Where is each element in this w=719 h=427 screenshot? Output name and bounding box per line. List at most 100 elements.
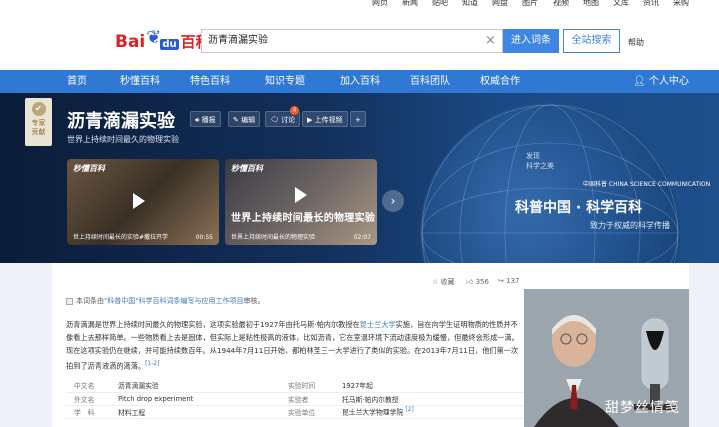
logo-du-text: du [160, 39, 179, 50]
info-value: 沥青滴漏实验 [118, 379, 288, 393]
notice-project-link[interactable]: "科普中国"科学百科词条编写与应用工作项目 [104, 297, 243, 305]
nav-item-featured[interactable]: 特色百科 [190, 70, 230, 93]
video-caption: 世上持续时间最长的实验#撒拉开学 [73, 234, 169, 241]
broadcast-label: 播报 [201, 116, 216, 124]
chat-icon: 🗨︎ [270, 116, 279, 124]
notice-suffix: 审核。 [243, 297, 265, 305]
page-background-left [0, 263, 52, 427]
user-center-link[interactable]: 👤︎ 个人中心 [633, 70, 689, 93]
next-arrow-icon[interactable]: › [382, 190, 404, 212]
university-link[interactable]: 昆士兰大学 [360, 320, 396, 329]
summary-text-part1: 沥青滴漏是世界上持续时间最久的物理实验，这项实验最初于1927年由托马斯·帕内尔… [66, 320, 360, 329]
share-button[interactable]: ↪ 137 [498, 277, 519, 285]
info-value: 昆士兰大学物理学院 [342, 408, 404, 417]
top-nav: 网页 新闻 贴吧 知道 网盘 图片 视频 地图 文库 资讯 采购 [0, 0, 719, 8]
collect-label: 收藏 [440, 278, 455, 286]
top-nav-item[interactable]: 资讯 [643, 0, 659, 8]
top-nav-item[interactable]: 网页 [372, 0, 388, 8]
science-china-logo: 中国科普 CHINA SCIENCE COMMUNICATION [583, 181, 711, 188]
video-thumbnail[interactable]: 秒懂百科 世界上持续时间最长的物理实验 世界上持续时间最长的物理实验 02:07 [225, 159, 377, 245]
nav-item-topics[interactable]: 知识专题 [265, 70, 305, 93]
expert-contribution-badge[interactable]: ✔ 专家 贡献 [25, 98, 52, 146]
info-key: 中文名 [66, 379, 118, 393]
speaker-icon: 🔊︎ [195, 116, 200, 124]
info-key: 实验者 [288, 392, 342, 406]
summary-paragraph: 沥青滴漏是世界上持续时间最久的物理实验，这项实验最初于1927年由托马斯·帕内尔… [66, 318, 524, 372]
top-nav-item[interactable]: 贴吧 [432, 0, 448, 8]
play-icon [295, 187, 307, 203]
video-overlay-title: 世界上持续时间最长的物理实验 [231, 213, 376, 224]
top-nav-item[interactable]: 知道 [462, 0, 478, 8]
entry-banner: ✔ 专家 贡献 沥青滴漏实验 世界上持续时间最久的物理实验 🔊︎ 播报 ✎ 编辑… [0, 93, 719, 263]
page-background-right [689, 263, 719, 427]
video-duration: 00:55 [195, 234, 213, 241]
entry-title: 沥青滴漏实验 [67, 111, 175, 132]
info-value: 材料工程 [118, 405, 288, 419]
info-value-cell: 昆士兰大学物理学院 [2] [342, 405, 524, 419]
share-icon: ↪ [498, 277, 504, 285]
collect-button[interactable]: ☆ 收藏 [432, 277, 455, 287]
info-row: 中文名 沥青滴漏实验 实验时间 1927年起 [66, 379, 524, 393]
video-duration: 02:07 [353, 234, 371, 241]
top-nav-item[interactable]: 文库 [613, 0, 629, 8]
like-count: 356 [475, 278, 489, 286]
site-search-button[interactable]: 全站搜索 [563, 29, 620, 53]
info-value: 托马斯·帕内尔教授 [342, 392, 524, 406]
top-nav-item[interactable]: 图片 [522, 0, 538, 8]
reference-link[interactable]: [2] [405, 406, 414, 413]
top-nav-item[interactable]: 网盘 [492, 0, 508, 8]
discussion-label: 讨论 [281, 116, 296, 124]
video-watermark: 秒懂百科 [231, 164, 263, 173]
top-nav-item[interactable]: 视频 [553, 0, 569, 8]
discussion-count-badge: 4 [290, 106, 299, 115]
main-nav: 首页 秒懂百科 特色百科 知识专题 加入百科 百科团队 权威合作 👤︎ 个人中心 [0, 70, 719, 93]
verified-icon [66, 297, 73, 305]
broadcast-button[interactable]: 🔊︎ 播报 [190, 111, 221, 127]
enter-entry-button[interactable]: 进入词条 [503, 29, 559, 53]
logo-bai-text: Bai [115, 32, 146, 52]
nav-item-join[interactable]: 加入百科 [340, 70, 380, 93]
entry-content-card: ☆ 收藏 👍︎ 356 ↪ 137 本词条由"科普中国"科学百科词条编写与应用工… [52, 263, 689, 427]
top-nav-item[interactable]: 采购 [673, 0, 689, 8]
edit-button[interactable]: ✎ 编辑 [228, 111, 261, 127]
pencil-icon: ✎ [233, 116, 239, 124]
add-button[interactable]: + [350, 111, 366, 127]
discover-label: 发现 科学之美 [526, 151, 554, 171]
nav-item-miaodong[interactable]: 秒懂百科 [120, 70, 160, 93]
user-center-label: 个人中心 [648, 76, 689, 87]
reference-link[interactable]: [1-2] [145, 360, 159, 367]
info-key: 外文名 [66, 392, 118, 406]
review-notice: 本词条由"科普中国"科学百科词条编写与应用工作项目审核。 [66, 296, 264, 306]
video-icon: ▶ [307, 116, 313, 124]
search-input[interactable]: 沥青滴漏实验 [201, 29, 503, 53]
clear-icon[interactable]: × [485, 33, 496, 48]
video-thumbnail[interactable]: 秒懂百科 世上持续时间最长的实验#撒拉开学 00:55 [67, 159, 219, 245]
top-nav-item[interactable]: 地图 [583, 0, 599, 8]
top-nav-item[interactable]: 新闻 [402, 0, 418, 8]
entry-subtitle: 世界上持续时间最久的物理实验 [67, 135, 179, 144]
banner-main-title: 科普中国 · 科学百科 [515, 200, 643, 216]
video-caption: 世界上持续时间最长的物理实验 [231, 234, 316, 241]
image-watermark: 甜梦丝情笺 [605, 400, 680, 416]
info-row: 学 科 材料工程 实验单位 昆士兰大学物理学院 [2] [66, 405, 524, 419]
discover-label-line2: 科学之美 [526, 162, 554, 170]
info-row: 外文名 Pitch drop experiment 实验者 托马斯·帕内尔教授 [66, 392, 524, 406]
badge-label-line1: 专家 [31, 119, 46, 127]
baidu-baike-logo[interactable]: Bai ❦ du 百科 [115, 27, 211, 52]
paw-icon: ❦ [146, 27, 162, 48]
basic-info-table: 中文名 沥青滴漏实验 实验时间 1927年起 外文名 Pitch drop ex… [66, 379, 524, 419]
share-count: 137 [506, 277, 520, 285]
nav-item-home[interactable]: 首页 [67, 70, 87, 93]
info-value: Pitch drop experiment [118, 392, 288, 406]
help-link[interactable]: 帮助 [628, 37, 644, 48]
video-watermark: 秒懂百科 [73, 164, 105, 173]
user-icon: 👤︎ [633, 76, 646, 87]
header: Bai ❦ du 百科 沥青滴漏实验 × 进入词条 全站搜索 帮助 [0, 16, 719, 70]
badge-label-line2: 贡献 [31, 128, 46, 136]
like-button[interactable]: 👍︎ 356 [466, 277, 489, 286]
edit-label: 编辑 [241, 116, 256, 124]
nav-item-team[interactable]: 百科团队 [410, 70, 450, 93]
upload-video-button[interactable]: ▶ 上传视频 [302, 111, 348, 127]
info-key: 学 科 [66, 405, 118, 419]
nav-item-cooperation[interactable]: 权威合作 [480, 70, 520, 93]
